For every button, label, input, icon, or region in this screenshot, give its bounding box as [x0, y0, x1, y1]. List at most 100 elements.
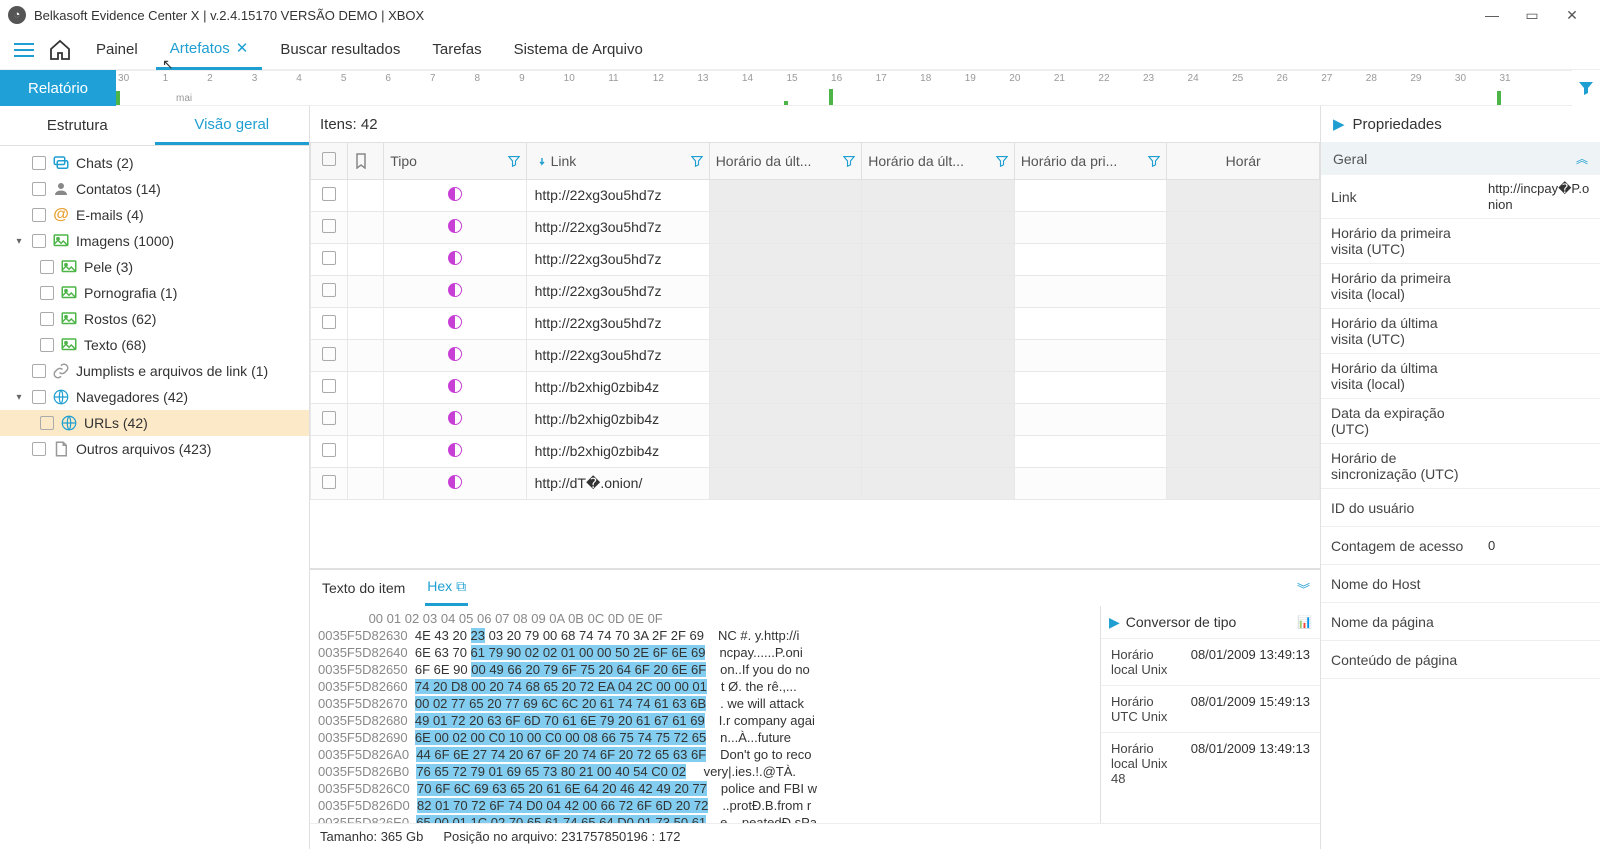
tab-buscar[interactable]: Buscar resultados	[266, 31, 414, 68]
tree-item[interactable]: Chats (2)	[0, 150, 309, 176]
tab-tarefas[interactable]: Tarefas	[418, 31, 495, 68]
checkbox[interactable]	[40, 312, 54, 326]
sort-icon[interactable]	[533, 155, 545, 167]
column-header[interactable]: Horário da pri...	[1014, 143, 1167, 179]
column-header[interactable]: Link	[526, 143, 709, 179]
property-row: Nome da página	[1321, 603, 1600, 641]
minimize-button[interactable]: —	[1472, 1, 1512, 29]
checkbox[interactable]	[32, 208, 46, 222]
table-row[interactable]: http://22xg3ou5hd7z	[311, 275, 1320, 307]
left-tab-visao-geral[interactable]: Visão geral	[155, 106, 310, 145]
tree-item[interactable]: ▾Imagens (1000)	[0, 228, 309, 254]
checkbox[interactable]	[40, 260, 54, 274]
row-checkbox[interactable]	[322, 219, 336, 233]
external-icon[interactable]: ⧉	[456, 578, 466, 594]
play-icon[interactable]: ▶	[1333, 115, 1345, 133]
property-row: Data da expiração (UTC)	[1321, 399, 1600, 444]
checkbox[interactable]	[32, 390, 46, 404]
prop-section-general[interactable]: Geral ︽	[1321, 142, 1600, 175]
main-nav: Painel Artefatos✕ Buscar resultados Tare…	[0, 30, 1600, 70]
tab-painel[interactable]: Painel	[82, 31, 152, 68]
email-icon: @	[52, 206, 70, 224]
filter-icon[interactable]	[691, 155, 703, 167]
tree-item[interactable]: URLs (42)	[0, 410, 309, 436]
filter-icon[interactable]	[843, 155, 855, 167]
tree-item[interactable]: Jumplists e arquivos de link (1)	[0, 358, 309, 384]
data-table-wrap[interactable]: TipoLinkHorário da últ...Horário da últ.…	[310, 142, 1320, 569]
table-row[interactable]: http://dT�.onion/	[311, 467, 1320, 499]
table-row[interactable]: http://22xg3ou5hd7z	[311, 339, 1320, 371]
type-icon	[448, 187, 462, 201]
type-icon	[448, 283, 462, 297]
tree-item[interactable]: Outros arquivos (423)	[0, 436, 309, 462]
app-logo-icon: ◔	[8, 6, 26, 24]
table-row[interactable]: http://b2xhig0zbib4z	[311, 403, 1320, 435]
checkbox[interactable]	[40, 286, 54, 300]
column-header[interactable]	[347, 143, 384, 179]
column-header[interactable]: Horário da últ...	[862, 143, 1015, 179]
table-row[interactable]: http://b2xhig0zbib4z	[311, 371, 1320, 403]
timeline[interactable]: 3012345678910111213141516171819202122232…	[116, 70, 1572, 106]
close-button[interactable]: ✕	[1552, 1, 1592, 29]
collapse-section-icon[interactable]: ︽	[1576, 150, 1588, 167]
select-all-checkbox[interactable]	[322, 152, 336, 166]
table-row[interactable]: http://22xg3ou5hd7z	[311, 179, 1320, 211]
status-position: Posição no arquivo: 231757850196 : 172	[443, 829, 680, 844]
close-tab-icon[interactable]: ✕	[236, 40, 249, 57]
left-sidebar: Estrutura Visão geral Chats (2)Contatos …	[0, 106, 310, 849]
row-checkbox[interactable]	[322, 187, 336, 201]
contact-icon	[52, 180, 70, 198]
row-checkbox[interactable]	[322, 251, 336, 265]
row-checkbox[interactable]	[322, 347, 336, 361]
tree-item[interactable]: Pornografia (1)	[0, 280, 309, 306]
column-header[interactable]: Horár	[1167, 143, 1320, 179]
hex-view[interactable]: 00 01 02 03 04 05 06 07 08 09 0A 0B 0C 0…	[310, 606, 1100, 823]
tree-item[interactable]: @E-mails (4)	[0, 202, 309, 228]
table-row[interactable]: http://22xg3ou5hd7z	[311, 211, 1320, 243]
tab-artefatos[interactable]: Artefatos✕	[156, 29, 263, 70]
column-header[interactable]: Tipo	[384, 143, 526, 179]
link-cell: http://b2xhig0zbib4z	[526, 435, 709, 467]
table-row[interactable]: http://22xg3ou5hd7z	[311, 243, 1320, 275]
checkbox[interactable]	[32, 156, 46, 170]
filter-icon[interactable]	[1148, 155, 1160, 167]
type-converter-row: Horário UTC Unix08/01/2009 15:49:13	[1101, 685, 1320, 732]
row-checkbox[interactable]	[322, 443, 336, 457]
report-button[interactable]: Relatório	[0, 70, 116, 106]
tab-sistema[interactable]: Sistema de Arquivo	[500, 31, 657, 68]
row-checkbox[interactable]	[322, 411, 336, 425]
tree-item[interactable]: Pele (3)	[0, 254, 309, 280]
play-icon[interactable]: ▶	[1109, 614, 1120, 631]
bottom-tab-texto[interactable]: Texto do item	[320, 572, 407, 604]
prop-section-label: Geral	[1333, 151, 1367, 167]
checkbox[interactable]	[32, 442, 46, 456]
tree-item[interactable]: Rostos (62)	[0, 306, 309, 332]
collapse-bottom-icon[interactable]: ︾	[1297, 579, 1310, 598]
row-checkbox[interactable]	[322, 475, 336, 489]
filter-icon[interactable]	[508, 155, 520, 167]
checkbox[interactable]	[40, 416, 54, 430]
filter-icon[interactable]	[996, 155, 1008, 167]
table-row[interactable]: http://22xg3ou5hd7z	[311, 307, 1320, 339]
row-checkbox[interactable]	[322, 283, 336, 297]
column-header[interactable]	[311, 143, 348, 179]
checkbox[interactable]	[40, 338, 54, 352]
row-checkbox[interactable]	[322, 379, 336, 393]
link-cell: http://dT�.onion/	[526, 467, 709, 499]
timeline-filter-button[interactable]	[1572, 70, 1600, 106]
table-row[interactable]: http://b2xhig0zbib4z	[311, 435, 1320, 467]
bottom-tab-hex[interactable]: Hex⧉	[425, 570, 468, 606]
checkbox[interactable]	[32, 182, 46, 196]
column-header[interactable]: Horário da últ...	[709, 143, 862, 179]
maximize-button[interactable]: ▭	[1512, 1, 1552, 29]
tree-item[interactable]: ▾Navegadores (42)	[0, 384, 309, 410]
menu-icon[interactable]	[10, 36, 38, 64]
checkbox[interactable]	[32, 364, 46, 378]
tree-item[interactable]: Contatos (14)	[0, 176, 309, 202]
row-checkbox[interactable]	[322, 315, 336, 329]
checkbox[interactable]	[32, 234, 46, 248]
chart-icon[interactable]: 📊	[1297, 615, 1312, 629]
home-button[interactable]	[42, 32, 78, 68]
tree-item[interactable]: Texto (68)	[0, 332, 309, 358]
left-tab-estrutura[interactable]: Estrutura	[0, 106, 155, 145]
